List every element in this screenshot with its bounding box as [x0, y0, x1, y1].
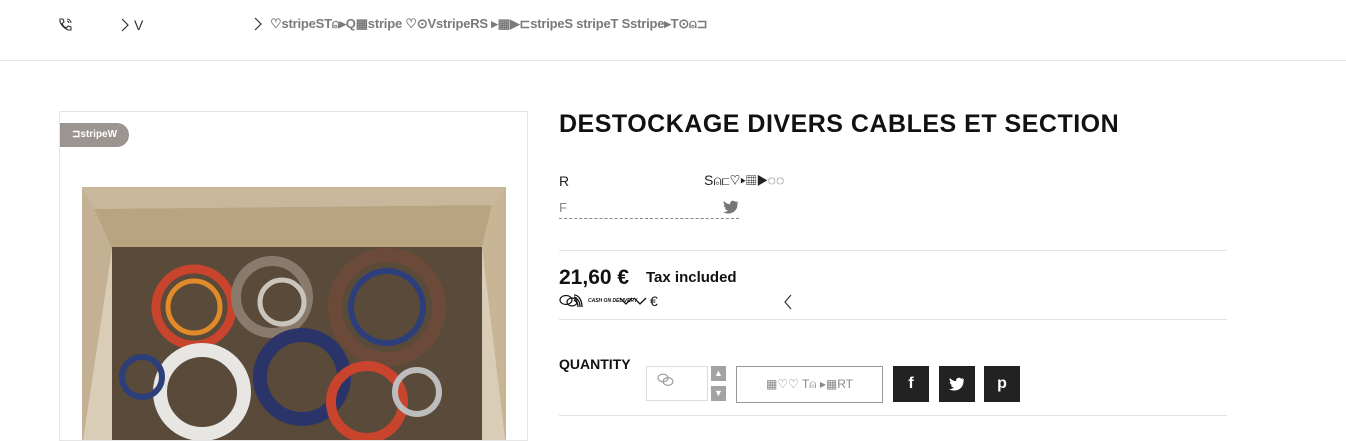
- price: 21,60 €: [559, 266, 630, 289]
- tax-note: Tax included: [646, 269, 737, 286]
- breadcrumb: V: [120, 17, 143, 33]
- reference-label: R: [559, 173, 570, 189]
- share-label: F: [559, 200, 567, 215]
- product-image-card: ⊐stripeW: [59, 111, 528, 441]
- chevron-left-icon[interactable]: [783, 294, 793, 310]
- divider: [559, 319, 1227, 320]
- breadcrumb-current[interactable]: ♡stripeST⍝▸Q▦stripe ♡⊙VstripeRS ▸▦▶⊏stri…: [270, 16, 708, 32]
- pinterest-share-button[interactable]: p: [984, 366, 1020, 402]
- facebook-icon: f: [908, 375, 914, 392]
- payment-methods: CASH ON DELIVERY €: [559, 293, 658, 309]
- chevron-right-icon: [121, 18, 129, 32]
- quantity-decrease-button[interactable]: ▼: [711, 386, 726, 401]
- add-to-cart-button[interactable]: ▦♡♡ T⍝ ▸▦RT: [736, 366, 883, 403]
- cash-on-delivery-label: CASH ON DELIVERY: [588, 297, 638, 304]
- twitter-share-button[interactable]: [939, 366, 975, 402]
- breadcrumb-separator: [253, 17, 263, 31]
- quantity-label: QUANTITY: [559, 356, 631, 372]
- divider: [559, 250, 1227, 251]
- twitter-icon: [949, 377, 965, 391]
- page-title: DESTOCKAGE DIVERS CABLES ET SECTION: [559, 110, 1120, 138]
- product-photo[interactable]: [82, 187, 506, 441]
- quantity-increase-button[interactable]: ▲: [711, 366, 726, 381]
- status-badge: ⊐stripeW: [60, 123, 130, 147]
- chevron-down-icon: [619, 297, 647, 305]
- stock-status: S⍝⊏♡▸▦▶◌◌: [704, 172, 785, 188]
- quantity-input[interactable]: [646, 366, 708, 401]
- payment-suffix: €: [650, 293, 658, 309]
- pinterest-icon: p: [997, 375, 1007, 392]
- chat-icon: [559, 294, 583, 308]
- chevron-right-icon: [254, 17, 262, 31]
- chat-icon: [657, 373, 674, 386]
- twitter-icon[interactable]: [723, 200, 739, 214]
- phone-icon[interactable]: [57, 17, 73, 33]
- share-bar[interactable]: F: [559, 200, 739, 219]
- breadcrumb-item[interactable]: V: [134, 17, 143, 33]
- top-bar: V ♡stripeST⍝▸Q▦stripe ♡⊙VstripeRS ▸▦▶⊏st…: [0, 0, 1346, 61]
- facebook-share-button[interactable]: f: [893, 366, 929, 402]
- divider: [559, 415, 1227, 416]
